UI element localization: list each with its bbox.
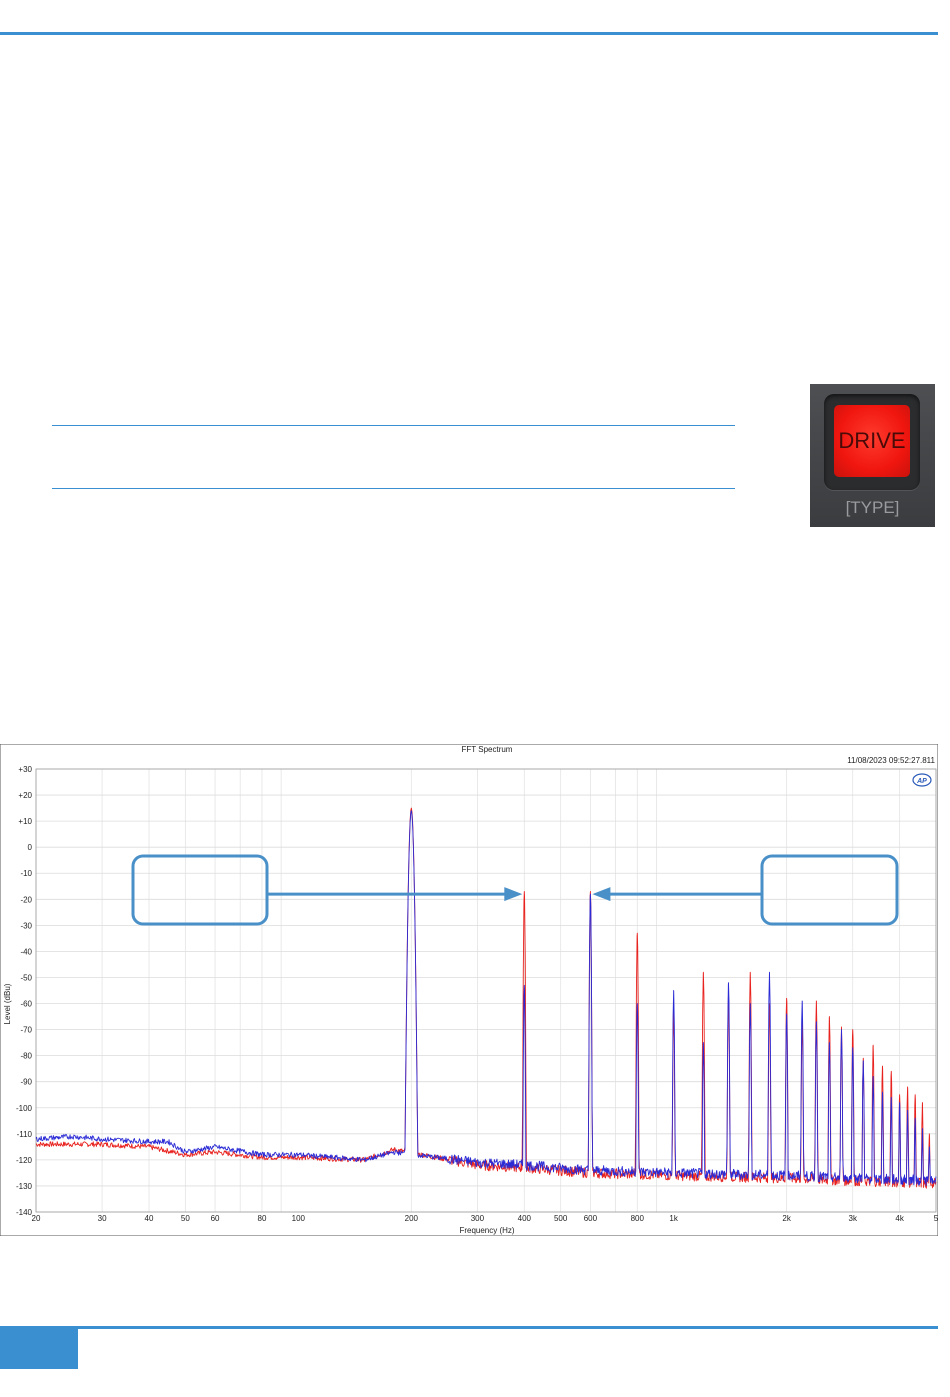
x-axis-label: Frequency (Hz) (459, 1226, 514, 1235)
note-rule-bottom (52, 488, 735, 489)
x-tick-label: 40 (145, 1214, 154, 1223)
x-tick-label: 500 (554, 1214, 568, 1223)
y-tick-label: -80 (20, 1052, 32, 1061)
y-tick-label: -30 (20, 921, 32, 930)
x-tick-label: 50 (181, 1214, 190, 1223)
chart-timestamp: 11/08/2023 09:52:27.811 (847, 756, 935, 765)
y-tick-label: -70 (20, 1026, 32, 1035)
x-tick-label: 300 (471, 1214, 485, 1223)
x-tick-label: 100 (292, 1214, 306, 1223)
x-tick-label: 20 (32, 1214, 41, 1223)
x-tick-label: 800 (631, 1214, 645, 1223)
drive-button-sublabel: [TYPE] (845, 498, 900, 517)
fft-spectrum-chart: FFT Spectrum 11/08/2023 09:52:27.811 AP … (0, 744, 938, 1236)
x-tick-label: 1k (669, 1214, 678, 1223)
y-tick-label: -100 (16, 1104, 33, 1113)
x-tick-label: 5 (934, 1214, 938, 1223)
x-tick-label: 80 (258, 1214, 267, 1223)
y-tick-label: +20 (18, 791, 32, 800)
x-tick-label: 200 (405, 1214, 419, 1223)
y-tick-label: +10 (18, 817, 32, 826)
page-number-tab (0, 1329, 78, 1369)
y-axis-label: Level (dBu) (3, 983, 12, 1024)
y-tick-label: -20 (20, 895, 32, 904)
y-tick-label: -40 (20, 947, 32, 956)
drive-button[interactable]: DRIVE (824, 394, 920, 490)
y-tick-label: 0 (28, 843, 33, 852)
y-tick-label: -50 (20, 973, 32, 982)
note-rule-top (52, 425, 735, 426)
x-tick-label: 3k (849, 1214, 858, 1223)
x-tick-label: 600 (584, 1214, 598, 1223)
y-tick-label: -60 (20, 1000, 32, 1009)
footer-rule (0, 1326, 938, 1329)
y-tick-label: -120 (16, 1156, 33, 1165)
ap-logo-text: AP (916, 778, 927, 785)
y-tick-label: -10 (20, 869, 32, 878)
y-tick-label: -90 (20, 1078, 32, 1087)
x-tick-label: 2k (782, 1214, 791, 1223)
y-tick-label: -130 (16, 1182, 33, 1191)
chart-title: FFT Spectrum (462, 745, 513, 754)
drive-button-panel: DRIVE [TYPE] (810, 384, 935, 527)
y-tick-label: -110 (17, 1130, 33, 1139)
x-tick-label: 400 (518, 1214, 532, 1223)
y-tick-label: -140 (16, 1208, 33, 1217)
x-tick-label: 30 (98, 1214, 107, 1223)
drive-button-label: DRIVE (838, 428, 906, 453)
x-tick-label: 60 (211, 1214, 220, 1223)
header-rule (0, 32, 938, 35)
x-tick-label: 4k (895, 1214, 904, 1223)
y-tick-label: +30 (18, 765, 32, 774)
drive-button-face: DRIVE (834, 405, 910, 477)
